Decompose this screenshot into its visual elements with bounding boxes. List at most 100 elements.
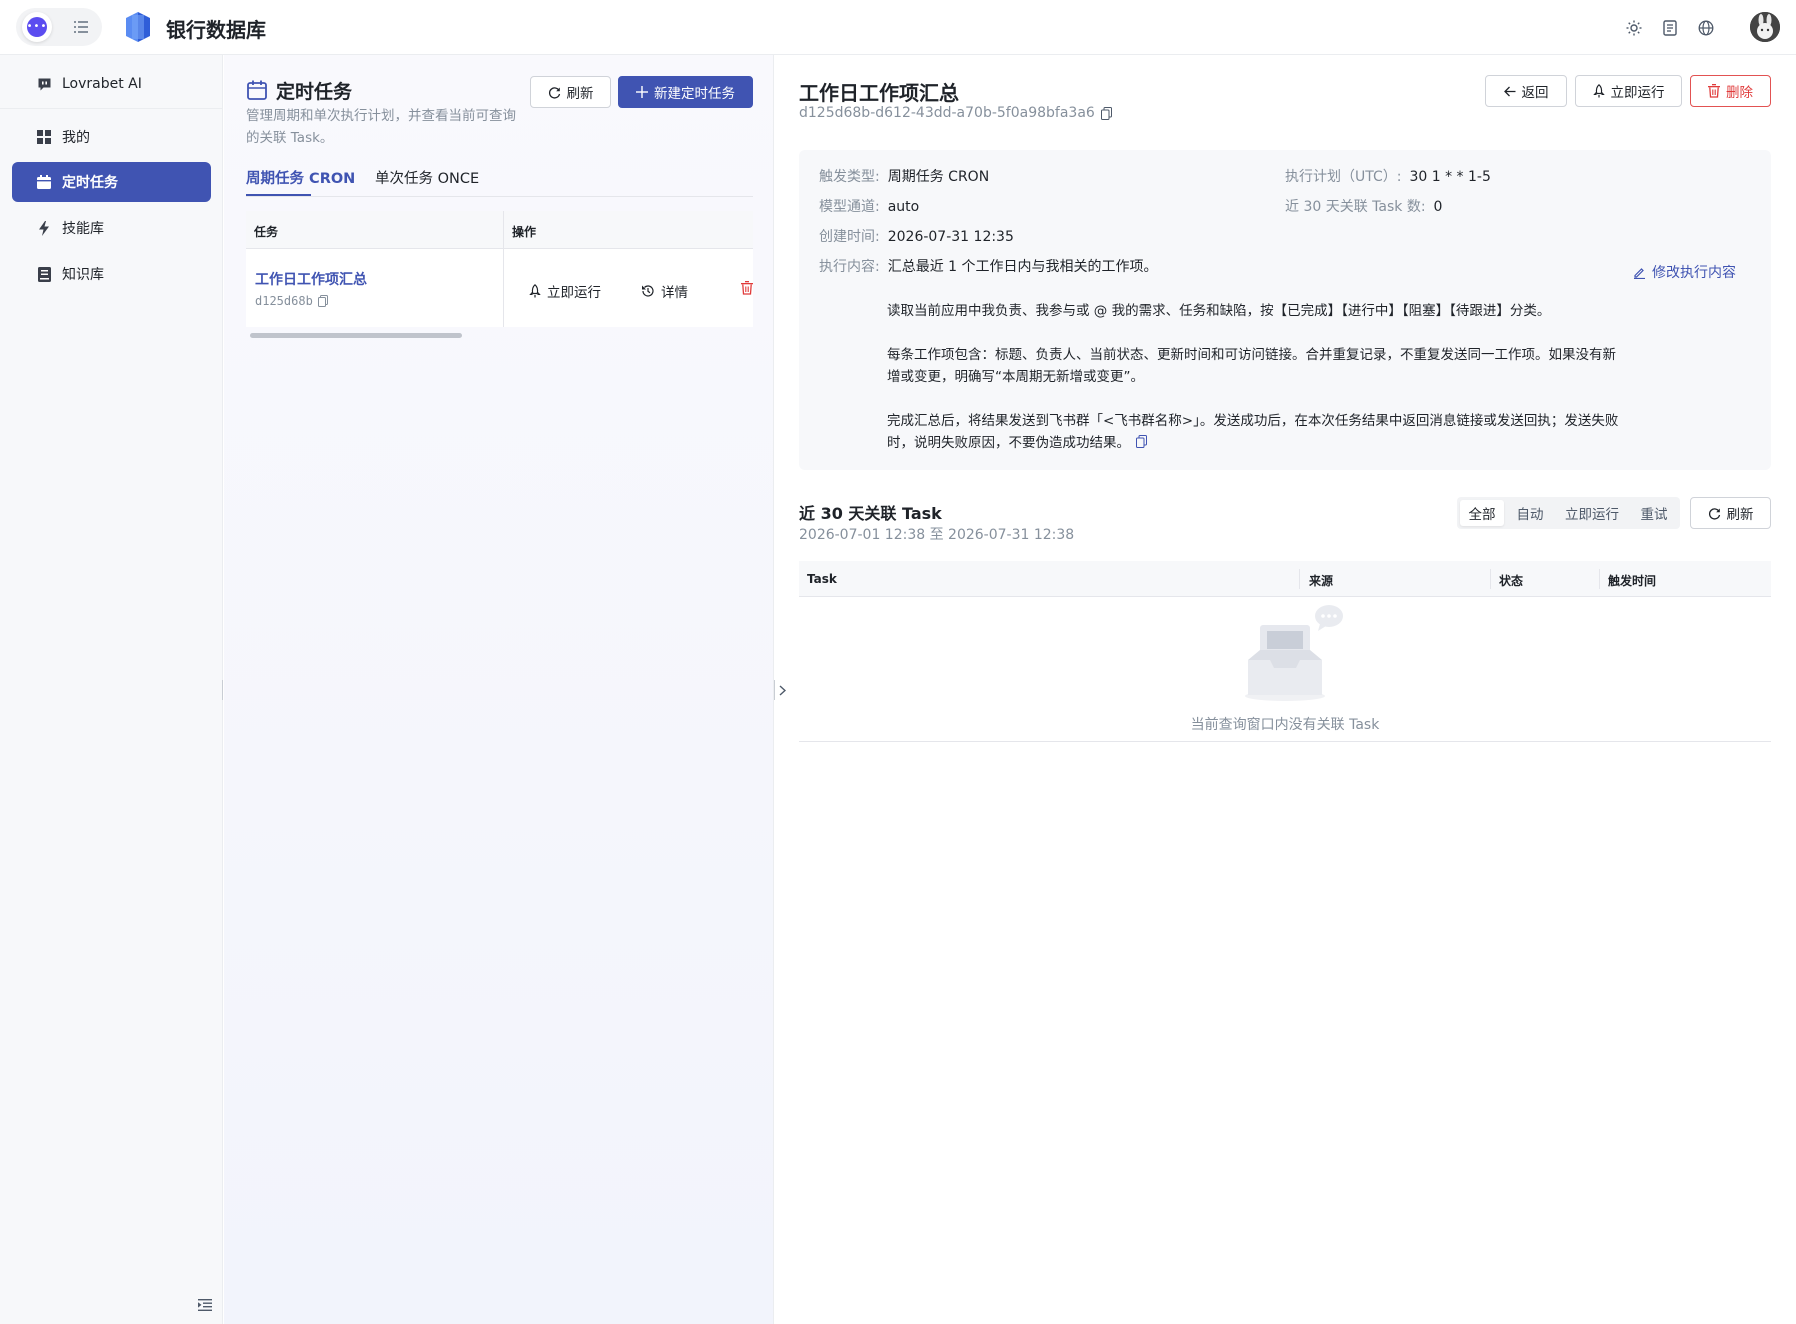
new-schedule-button[interactable]: 新建定时任务	[618, 76, 753, 108]
sidebar-item-ai[interactable]: Lovrabet AI	[12, 65, 211, 103]
filter-auto[interactable]: 自动	[1507, 500, 1553, 526]
sidebar-item-skills[interactable]: 技能库	[12, 208, 211, 248]
created-field: 创建时间: 2026-07-31 12:35	[819, 227, 1014, 247]
theme-toggle-button[interactable]	[1623, 17, 1645, 39]
trash-icon	[1708, 84, 1720, 98]
sidebar-collapse-button[interactable]	[198, 1299, 216, 1317]
edit-content-link[interactable]: 修改执行内容	[1633, 262, 1736, 282]
sidebar-item-label: 技能库	[62, 221, 104, 237]
chat-bubble-icon: •••	[27, 17, 47, 37]
column-task: 任务	[254, 225, 279, 239]
sidebar-divider	[0, 108, 223, 109]
column-actions: 操作	[512, 225, 537, 239]
chevron-right-icon	[779, 684, 786, 696]
refresh-label: 刷新	[566, 86, 594, 102]
sidebar-ai-label: Lovrabet AI	[62, 76, 142, 92]
content-first-line: 汇总最近 1 个工作日内与我相关的工作项。	[887, 259, 1158, 275]
column-trigger-time: 触发时间	[1608, 574, 1657, 588]
content-field: 执行内容: 汇总最近 1 个工作日内与我相关的工作项。	[819, 257, 1158, 277]
refresh-button[interactable]: 刷新	[530, 76, 611, 108]
tab-cron[interactable]: 周期任务 CRON	[246, 167, 355, 188]
list-icon	[74, 21, 88, 33]
sun-icon	[1626, 20, 1642, 36]
schedule-info-card: 触发类型: 周期任务 CRON 执行计划（UTC）: 30 1 * * 1-5 模型…	[799, 150, 1771, 470]
sidebar: Lovrabet AI 我的 定时任务 技能库 知识库	[0, 55, 223, 1324]
refresh-icon	[548, 86, 561, 99]
delete-label: 删除	[1726, 85, 1753, 101]
copy-icon[interactable]	[1136, 435, 1147, 448]
copy-icon[interactable]	[1100, 106, 1112, 120]
column-divider	[503, 211, 504, 327]
column-status: 状态	[1499, 574, 1524, 588]
back-button[interactable]: 返回	[1485, 75, 1567, 107]
delete-button[interactable]: 删除	[1690, 75, 1771, 107]
list-mode-button[interactable]	[66, 12, 96, 42]
row-run-now-label: 立即运行	[547, 285, 601, 301]
row-detail-button[interactable]: 详情	[641, 281, 688, 301]
column-task: Task	[807, 572, 837, 586]
model-field: 模型通道: auto	[819, 197, 919, 217]
sidebar-item-label: 知识库	[62, 267, 104, 283]
arrow-left-icon	[1503, 86, 1516, 97]
ai-chat-icon	[36, 76, 52, 92]
table-header: 任务 操作	[246, 211, 753, 249]
column-divider	[1299, 569, 1300, 589]
task-count-label: 近 30 天关联 Task 数:	[1285, 199, 1426, 215]
empty-state-text: 当前查询窗口内没有关联 Task	[1190, 717, 1380, 733]
collapse-menu-icon	[198, 1299, 212, 1311]
trash-icon	[741, 281, 753, 295]
copy-icon[interactable]	[317, 295, 328, 307]
refresh-icon	[1708, 507, 1721, 520]
tasks-table-bottom-border	[799, 741, 1771, 742]
new-schedule-label: 新建定时任务	[654, 86, 735, 102]
run-now-button[interactable]: 立即运行	[1575, 75, 1682, 107]
trigger-type-label: 触发类型:	[819, 169, 880, 185]
detail-title: 工作日工作项汇总	[799, 81, 959, 105]
plus-icon	[636, 86, 648, 98]
app-logo-icon	[126, 12, 150, 42]
tab-once[interactable]: 单次任务 ONCE	[375, 167, 479, 188]
column-source: 来源	[1309, 574, 1334, 588]
back-label: 返回	[1521, 85, 1549, 101]
scrollbar-thumb[interactable]	[250, 333, 462, 338]
page-description: 管理周期和单次执行计划，并查看当前可查询的关联 Task。	[246, 108, 516, 146]
column-divider	[1599, 569, 1600, 589]
content-paragraph: 完成汇总后，将结果发送到飞书群「<飞书群名称>」。发送成功后，在本次任务结果中返…	[887, 410, 1627, 454]
content-paragraph-text: 完成汇总后，将结果发送到飞书群「<飞书群名称>」。发送成功后，在本次任务结果中返…	[887, 413, 1619, 451]
tasks-refresh-button[interactable]: 刷新	[1690, 497, 1771, 529]
calendar-icon	[247, 80, 267, 100]
filter-retry[interactable]: 重试	[1631, 500, 1677, 526]
sidebar-item-schedules[interactable]: 定时任务	[12, 162, 211, 202]
table-scrollbar[interactable]	[246, 331, 753, 339]
left-splitter-handle[interactable]	[222, 680, 225, 700]
docs-button[interactable]	[1659, 17, 1681, 39]
filter-all[interactable]: 全部	[1460, 500, 1504, 526]
row-run-now-button[interactable]: 立即运行	[529, 281, 601, 301]
detail-id-text: d125d68b-d612-43dd-a70b-5f0a98bfa3a6	[799, 105, 1095, 121]
document-icon	[1663, 20, 1677, 36]
app-title: 银行数据库	[166, 18, 266, 42]
language-button[interactable]	[1695, 17, 1717, 39]
top-bar: ••• 银行数据库	[0, 0, 1796, 55]
filter-run-now[interactable]: 立即运行	[1556, 500, 1628, 526]
trigger-type-field: 触发类型: 周期任务 CRON	[819, 167, 989, 187]
right-splitter-handle[interactable]	[774, 680, 790, 700]
edit-content-label: 修改执行内容	[1652, 265, 1736, 281]
book-icon	[36, 266, 52, 282]
rocket-icon	[1592, 84, 1605, 98]
chat-mode-button[interactable]: •••	[22, 12, 52, 42]
empty-inbox-icon	[1245, 605, 1343, 701]
sidebar-item-mine[interactable]: 我的	[12, 117, 211, 157]
sidebar-item-label: 我的	[62, 130, 90, 146]
related-tasks-range: 2026-07-01 12:38 至 2026-07-31 12:38	[799, 527, 1075, 543]
tabs-divider	[246, 196, 753, 197]
task-count-value: 0	[1433, 199, 1443, 215]
row-delete-button[interactable]	[741, 281, 753, 295]
rocket-icon	[529, 284, 541, 298]
user-avatar[interactable]	[1750, 12, 1780, 42]
task-name-link[interactable]: 工作日工作项汇总	[255, 269, 367, 289]
sidebar-item-knowledge[interactable]: 知识库	[12, 254, 211, 294]
mode-switch[interactable]: •••	[16, 8, 102, 46]
schedules-table: 任务 操作 工作日工作项汇总 d125d68b 立即运行 详情	[246, 211, 753, 327]
active-tab-indicator	[246, 194, 311, 196]
